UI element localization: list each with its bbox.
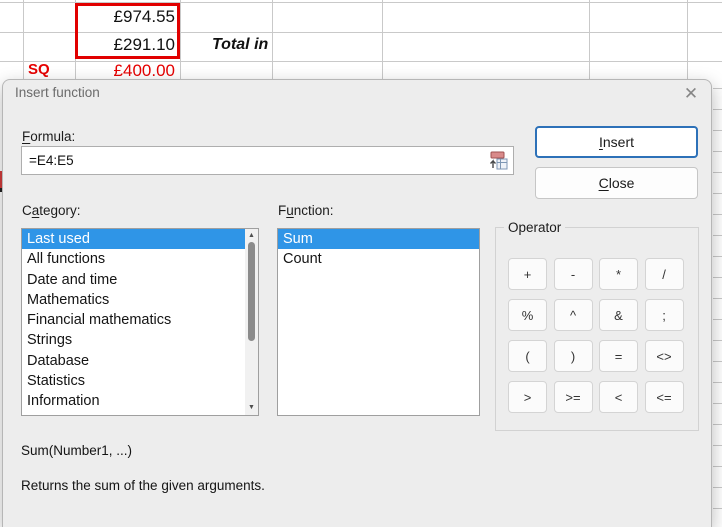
function-item[interactable]: Count: [278, 249, 479, 269]
formula-input[interactable]: =E4:E5: [21, 146, 514, 175]
function-description: Returns the sum of the given arguments.: [21, 478, 265, 493]
scroll-down-icon[interactable]: ▼: [245, 402, 258, 414]
scrollbar-thumb[interactable]: [248, 242, 255, 341]
operator-greater-button[interactable]: >: [508, 381, 547, 413]
insert-function-dialog: Insert function ✕ Formula: =E4:E5 Insert…: [2, 79, 712, 527]
cell-sq[interactable]: SQ: [28, 61, 50, 78]
operator-minus-button[interactable]: -: [554, 258, 593, 290]
cell-total-label[interactable]: Total in: [212, 36, 268, 54]
grid-vline: [382, 0, 383, 80]
operator-less-equal-button[interactable]: <=: [645, 381, 684, 413]
function-label: Function:: [278, 203, 334, 218]
screen: £974.55 £291.10 Total in SQ £400.00 Inse…: [0, 0, 722, 527]
operator-equal-button[interactable]: =: [599, 340, 638, 372]
scroll-up-icon[interactable]: ▲: [245, 230, 258, 242]
function-listbox[interactable]: Sum Count: [277, 228, 480, 416]
category-item[interactable]: Statistics: [22, 371, 258, 391]
highlighted-range-border: [75, 3, 180, 59]
grid-vline: [180, 0, 181, 80]
operator-concat-button[interactable]: &: [599, 299, 638, 331]
grid-right-strip: [713, 80, 722, 527]
category-item[interactable]: Strings: [22, 330, 258, 350]
operator-divide-button[interactable]: /: [645, 258, 684, 290]
grid-vline: [23, 0, 24, 80]
close-button[interactable]: Close: [535, 167, 698, 199]
operator-close-paren-button[interactable]: ): [554, 340, 593, 372]
grid-vline: [589, 0, 590, 80]
function-signature: Sum(Number1, ...): [21, 443, 132, 458]
dialog-title: Insert function: [15, 85, 100, 100]
category-scrollbar[interactable]: ▲ ▼: [245, 229, 258, 415]
grid-vline: [687, 0, 688, 80]
operator-percent-button[interactable]: %: [508, 299, 547, 331]
category-item[interactable]: Financial mathematics: [22, 310, 258, 330]
category-item[interactable]: Database: [22, 351, 258, 371]
category-item[interactable]: Information: [22, 391, 258, 411]
grid-vline: [272, 0, 273, 80]
category-label: Category:: [22, 203, 81, 218]
operator-group-label: Operator: [504, 220, 565, 235]
formula-value[interactable]: =E4:E5: [29, 147, 74, 174]
operator-plus-button[interactable]: +: [508, 258, 547, 290]
category-listbox[interactable]: Last used All functions Date and time Ma…: [21, 228, 259, 416]
operator-less-button[interactable]: <: [599, 381, 638, 413]
operator-power-button[interactable]: ^: [554, 299, 593, 331]
category-item[interactable]: All functions: [22, 249, 258, 269]
cell-400[interactable]: £400.00: [78, 61, 175, 81]
operator-multiply-button[interactable]: *: [599, 258, 638, 290]
insert-button[interactable]: Insert: [535, 126, 698, 158]
category-item[interactable]: Date and time: [22, 270, 258, 290]
operator-not-equal-button[interactable]: <>: [645, 340, 684, 372]
operator-semicolon-button[interactable]: ;: [645, 299, 684, 331]
shrink-icon[interactable]: [487, 150, 509, 171]
operator-button-grid: + - * / % ^ & ; ( ) = <> > >= < <=: [508, 258, 684, 413]
formula-label: Formula:: [22, 129, 75, 144]
operator-greater-equal-button[interactable]: >=: [554, 381, 593, 413]
function-item[interactable]: Sum: [278, 229, 479, 249]
close-icon[interactable]: ✕: [675, 81, 707, 107]
category-item[interactable]: Mathematics: [22, 290, 258, 310]
operator-open-paren-button[interactable]: (: [508, 340, 547, 372]
category-item[interactable]: Last used: [22, 229, 258, 249]
